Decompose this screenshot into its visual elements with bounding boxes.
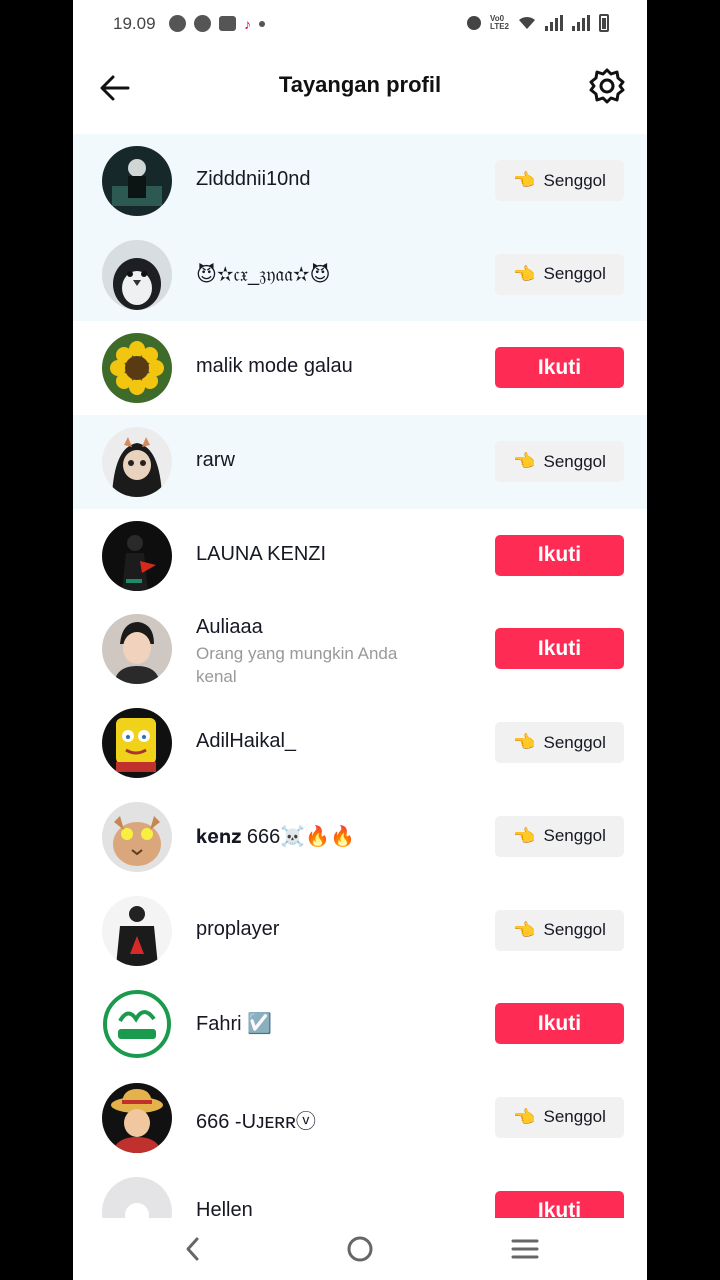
tiktok-icon: ♪ [244,15,251,32]
poke-button-label: Senggol [543,451,606,471]
avatar[interactable] [102,427,172,498]
header: Tayangan profil [73,48,647,128]
list-item[interactable]: Hellen Ikuti [73,1165,647,1218]
viewer-list: Zidddnii10nd 👈 Senggol 😈✫𝔠𝔵_𝔷𝔶𝔞𝔞✫😈 👈 Sengg… [73,134,647,1218]
suggestion-text: Orang yang mungkin Anda kenal [196,644,398,687]
poke-button[interactable]: 👈 Senggol [495,1096,624,1138]
messenger-icon [169,15,186,32]
signal-icon [545,15,563,31]
username[interactable]: Hellen [196,1199,253,1218]
list-item[interactable]: Zidddnii10nd 👈 Senggol [73,134,647,228]
battery-icon [599,14,609,32]
pointing-hand-icon: 👈 [513,732,536,753]
status-time: 19.09 [113,14,156,33]
avatar[interactable] [102,333,172,404]
list-item[interactable]: AdilHaikal_ 👈 Senggol [73,696,647,790]
list-item[interactable]: 😈✫𝔠𝔵_𝔷𝔶𝔞𝔞✫😈 👈 Senggol [73,227,647,322]
username[interactable]: Auliaaa [196,616,263,639]
pointing-hand-icon: 👈 [513,451,536,472]
poke-button-label: Senggol [543,1107,606,1127]
follow-button[interactable]: Ikuti [495,534,624,576]
wifi-icon [519,16,535,29]
list-item[interactable]: Auliaaa Orang yang mungkin Anda kenal Ik… [73,602,647,696]
poke-button-label: Senggol [543,732,606,752]
messenger-icon [194,15,211,32]
username[interactable]: 𝐤𝐞𝐧𝐳 666☠️🔥🔥 [196,824,355,849]
pointing-hand-icon: 👈 [513,919,536,940]
nav-home-icon[interactable] [345,1234,375,1264]
nav-back-icon[interactable] [178,1234,208,1264]
username[interactable]: 😈✫𝔠𝔵_𝔷𝔶𝔞𝔞✫😈 [196,262,331,287]
follow-button[interactable]: Ikuti [495,628,624,670]
avatar[interactable] [102,1082,172,1153]
volte-icon: Vo0 LTE2 [490,14,509,31]
username[interactable]: rarw [196,449,235,472]
username[interactable]: LAUNA KENZI [196,543,326,566]
username[interactable]: malik mode galau [196,355,353,378]
follow-button[interactable]: Ikuti [495,1190,624,1218]
avatar[interactable] [102,1176,172,1218]
username[interactable]: 666 -Uᴊᴇʀʀⓥ [196,1105,316,1134]
poke-button[interactable]: 👈 Senggol [495,160,624,201]
list-item[interactable]: rarw 👈 Senggol [73,415,647,509]
poke-button[interactable]: 👈 Senggol [495,441,624,483]
system-nav-bar [73,1218,647,1280]
poke-button-label: Senggol [543,264,606,284]
list-item[interactable]: LAUNA KENZI Ikuti [73,509,647,603]
follow-button[interactable]: Ikuti [495,347,624,389]
notification-icons: ♪ [169,15,265,32]
avatar[interactable] [102,895,172,966]
avatar[interactable] [102,989,172,1060]
pointing-hand-icon: 👈 [513,263,536,284]
avatar[interactable] [102,708,172,779]
poke-button[interactable]: 👈 Senggol [495,722,624,764]
system-icons: Vo0 LTE2 [467,14,609,32]
status-bar: 19.09 ♪ Vo0 LTE2 [73,0,647,48]
dnd-icon [467,16,482,30]
phone-screen: 19.09 ♪ Vo0 LTE2 Tayangan profil Zidddni… [73,0,647,1280]
username[interactable]: AdilHaikal_ [196,730,296,753]
avatar[interactable] [102,146,172,216]
poke-button[interactable]: 👈 Senggol [495,253,624,295]
nav-recents-icon[interactable] [510,1234,540,1264]
pointing-hand-icon: 👈 [513,1106,536,1127]
poke-button-label: Senggol [543,920,606,939]
avatar[interactable] [102,801,172,872]
avatar[interactable] [102,614,172,685]
page-title: Tayangan profil [278,72,442,97]
list-item[interactable]: malik mode galau Ikuti [73,321,647,415]
gmail-icon [219,16,236,31]
list-item[interactable]: 𝐤𝐞𝐧𝐳 666☠️🔥🔥 👈 Senggol [73,790,647,884]
poke-button-label: Senggol [543,170,606,190]
avatar[interactable] [102,520,172,591]
signal-icon [572,15,590,31]
poke-button[interactable]: 👈 Senggol [495,909,624,951]
pointing-hand-icon: 👈 [513,825,536,846]
more-notifications-dot-icon [259,20,265,27]
follow-button[interactable]: Ikuti [495,1003,624,1045]
list-item[interactable]: proplayer 👈 Senggol [73,884,647,978]
username[interactable]: proplayer [196,918,279,941]
avatar[interactable] [102,239,172,310]
poke-button-label: Senggol [543,826,606,846]
list-item[interactable]: 666 -Uᴊᴇʀʀⓥ 👈 Senggol [73,1071,647,1165]
gear-icon[interactable] [587,66,627,106]
list-item[interactable]: Fahri ☑️ Ikuti [73,977,647,1071]
pointing-hand-icon: 👈 [513,170,536,190]
username[interactable]: Zidddnii10nd [196,168,311,191]
poke-button[interactable]: 👈 Senggol [495,815,624,857]
username[interactable]: Fahri ☑️ [196,1011,272,1036]
